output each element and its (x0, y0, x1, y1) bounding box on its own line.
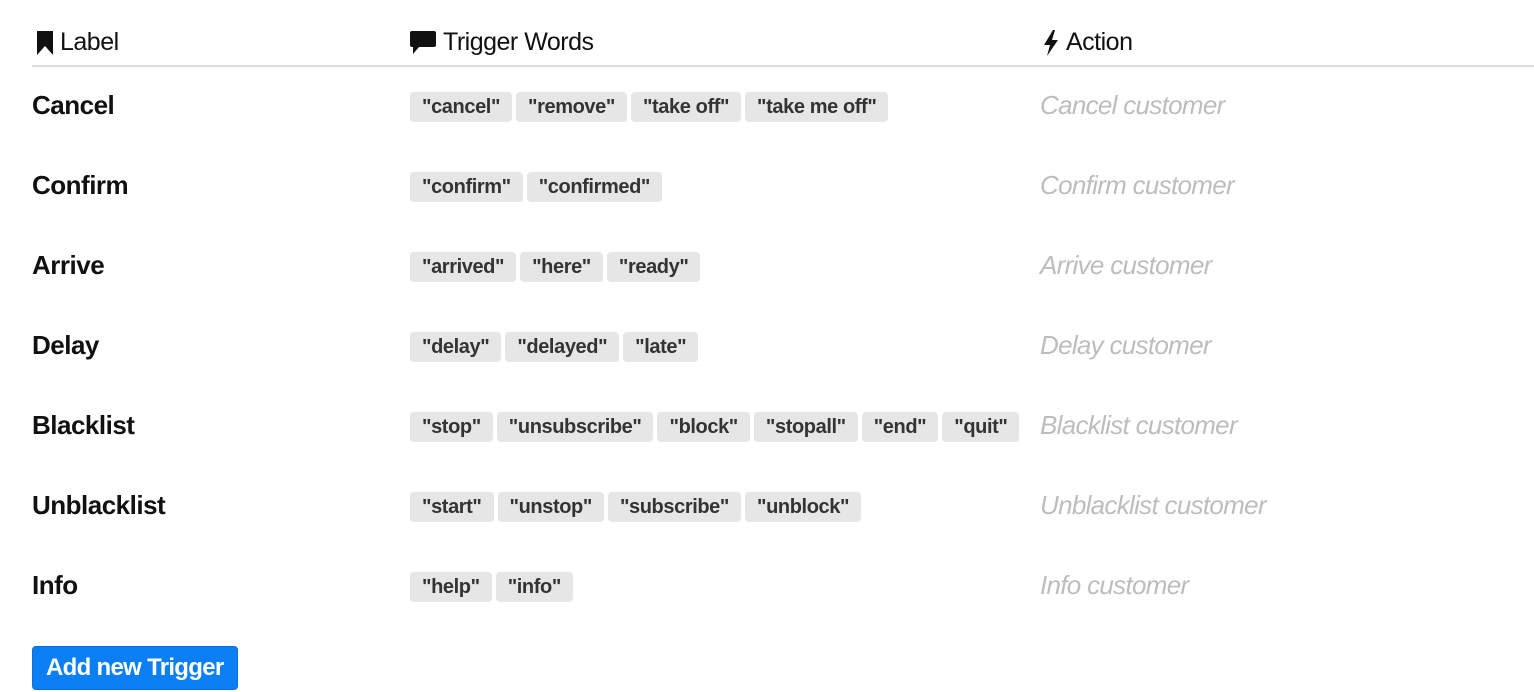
header-label-text: Label (60, 28, 119, 56)
trigger-row[interactable]: Confirm "confirm" "confirmed" Confirm custo… (32, 170, 1534, 210)
trigger-words-list: "cancel" "remove" "take off" "take me off" (410, 92, 889, 122)
trigger-label: Info (32, 570, 78, 600)
trigger-word-chip: "start" (410, 492, 494, 522)
trigger-word-chip: "arrived" (410, 252, 517, 282)
trigger-word-chip: "confirmed" (526, 172, 662, 202)
trigger-word-chip: "help" (410, 572, 492, 602)
bolt-icon (1042, 29, 1060, 56)
add-new-trigger-button[interactable]: Add new Trigger (32, 646, 238, 690)
trigger-word-chip: "info" (495, 572, 573, 602)
trigger-word-chip: "quit" (942, 412, 1020, 442)
trigger-row[interactable]: Blacklist "stop" "unsubscribe" "block" "stop… (32, 410, 1534, 450)
trigger-label: Arrive (32, 250, 105, 280)
trigger-word-chip: "delayed" (505, 332, 620, 362)
trigger-word-chip: "here" (520, 252, 603, 282)
trigger-label: Delay (32, 330, 99, 360)
trigger-label: Unblacklist (32, 490, 166, 520)
trigger-word-chip: "take off" (630, 92, 742, 122)
table-header: Label Trigger Words Action (32, 24, 1534, 67)
trigger-word-chip: "unsubscribe" (496, 412, 654, 442)
trigger-word-chip: "ready" (606, 252, 701, 282)
trigger-action: Info customer (1040, 570, 1189, 600)
trigger-action: Delay customer (1040, 330, 1212, 360)
trigger-words-list: "help" "info" (410, 572, 573, 602)
trigger-word-chip: "cancel" (410, 92, 513, 122)
trigger-row[interactable]: Delay "delay" "delayed" "late" Delay custome… (32, 330, 1534, 370)
header-action-text: Action (1066, 28, 1133, 56)
trigger-row[interactable]: Cancel "cancel" "remove" "take off" "take me… (32, 90, 1534, 130)
trigger-label: Confirm (32, 170, 129, 200)
trigger-words-list: "start" "unstop" "subscribe" "unblock" (410, 492, 862, 522)
header-trigger-words: Trigger Words (409, 28, 594, 57)
trigger-word-chip: "unblock" (745, 492, 862, 522)
trigger-word-chip: "take me off" (745, 92, 889, 122)
trigger-action: Blacklist customer (1040, 410, 1238, 440)
bookmark-icon (36, 30, 54, 55)
header-label: Label (36, 28, 119, 57)
trigger-action: Confirm customer (1040, 170, 1235, 200)
trigger-words-list: "confirm" "confirmed" (410, 172, 662, 202)
comment-icon (409, 30, 437, 56)
trigger-action: Unblacklist customer (1040, 490, 1267, 520)
trigger-row[interactable]: Arrive "arrived" "here" "ready" Arrive custo… (32, 250, 1534, 290)
trigger-word-chip: "delay" (410, 332, 502, 362)
trigger-label: Blacklist (32, 410, 135, 440)
trigger-words-list: "delay" "delayed" "late" (410, 332, 699, 362)
trigger-words-list: "stop" "unsubscribe" "block" "stopall" "end"… (410, 412, 1020, 442)
trigger-word-chip: "confirm" (410, 172, 523, 202)
header-action: Action (1042, 28, 1133, 57)
header-trigger-words-text: Trigger Words (443, 28, 594, 56)
trigger-word-chip: "unstop" (497, 492, 604, 522)
trigger-row[interactable]: Unblacklist "start" "unstop" "subscribe" "un… (32, 490, 1534, 530)
trigger-word-chip: "remove" (516, 92, 627, 122)
trigger-action: Cancel customer (1040, 90, 1225, 120)
trigger-word-chip: "stop" (410, 412, 493, 442)
trigger-row[interactable]: Info "help" "info" Info customer (32, 570, 1534, 610)
trigger-words-list: "arrived" "here" "ready" (410, 252, 701, 282)
trigger-word-chip: "late" (623, 332, 699, 362)
trigger-word-chip: "subscribe" (607, 492, 741, 522)
trigger-word-chip: "end" (861, 412, 939, 442)
trigger-word-chip: "stopall" (753, 412, 858, 442)
trigger-word-chip: "block" (657, 412, 750, 442)
trigger-label: Cancel (32, 90, 115, 120)
trigger-action: Arrive customer (1040, 250, 1212, 280)
